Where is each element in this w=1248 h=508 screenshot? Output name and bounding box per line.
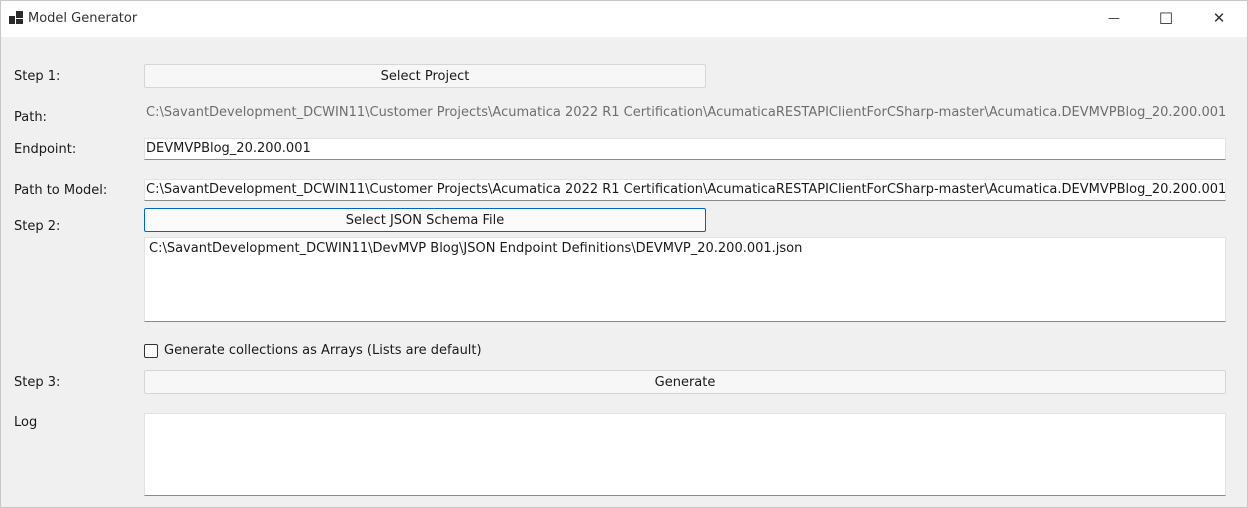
close-button[interactable]: ✕ [1196,1,1242,35]
minimize-icon: — [1108,11,1120,25]
arrays-checkbox[interactable] [144,343,158,358]
close-icon: ✕ [1212,9,1226,27]
step3-label: Step 3: [14,375,61,390]
project-path-value: C:\SavantDevelopment_DCWIN11\Customer Pr… [146,105,1226,120]
path-to-model-label: Path to Model: [14,183,108,198]
maximize-button[interactable]: ☐ [1143,1,1189,35]
endpoint-field[interactable]: DEVMVPBlog_20.200.001 [144,138,1226,160]
select-json-schema-button[interactable]: Select JSON Schema File [144,208,706,232]
step2-label: Step 2: [14,219,61,234]
json-schema-files-list[interactable]: C:\SavantDevelopment_DCWIN11\DevMVP Blog… [144,237,1226,322]
log-output[interactable] [144,413,1226,496]
title-bar[interactable]: Model Generator — ☐ ✕ [1,1,1247,37]
generate-button[interactable]: Generate [144,370,1226,394]
model-generator-window: Model Generator — ☐ ✕ Step 1: Select Pro… [0,0,1248,508]
path-to-model-field[interactable]: C:\SavantDevelopment_DCWIN11\Customer Pr… [144,179,1226,201]
endpoint-label: Endpoint: [14,142,77,157]
select-project-button[interactable]: Select Project [144,64,706,88]
log-label: Log [14,415,38,430]
window-title: Model Generator [28,11,138,26]
minimize-button[interactable]: — [1091,1,1137,35]
step1-label: Step 1: [14,69,61,84]
maximize-icon: ☐ [1158,8,1174,28]
path-label: Path: [14,110,47,125]
arrays-checkbox-label: Generate collections as Arrays (Lists ar… [164,343,482,358]
app-icon [9,11,23,25]
arrays-option-row[interactable]: Generate collections as Arrays (Lists ar… [144,343,482,358]
